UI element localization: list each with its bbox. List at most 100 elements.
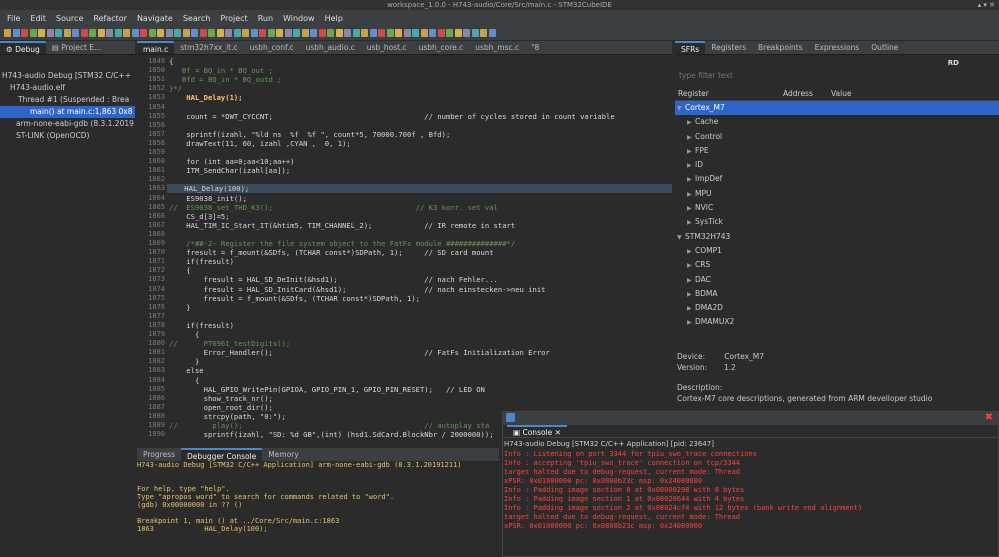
toolbar-icon[interactable]	[403, 29, 411, 37]
code-editor[interactable]: 1849 {1850 Bf = BQ_in * BQ_out ; 1851 Bfd …	[137, 55, 672, 445]
right-tab[interactable]: Expressions	[809, 41, 866, 54]
toolbar-icon[interactable]	[480, 29, 487, 37]
sfr-rd-button[interactable]: RD	[948, 59, 959, 67]
menu-window[interactable]: Window	[278, 14, 320, 23]
toolbar-icon[interactable]	[63, 29, 71, 37]
sfr-tree-item[interactable]: ▶ ImpDef	[675, 172, 999, 186]
menu-project[interactable]: Project	[215, 14, 252, 23]
menu-source[interactable]: Source	[51, 14, 88, 23]
expand-icon[interactable]: ▶	[687, 288, 695, 302]
toolbar-icon[interactable]	[157, 29, 164, 37]
toolbar-icon[interactable]	[361, 29, 368, 37]
expand-icon[interactable]: ▶	[687, 245, 695, 259]
editor-tab[interactable]: stm32h7xx_it.c	[174, 41, 243, 54]
debugger-console-output[interactable]: H743-audio Debug [STM32 C/C++ Applicatio…	[137, 461, 497, 557]
toolbar-icon[interactable]	[250, 29, 258, 37]
expand-icon[interactable]: ▶	[687, 216, 695, 230]
sfr-tree-item[interactable]: ▶ BDMA	[675, 287, 999, 301]
sfr-tree-item[interactable]: ▶ NVIC	[675, 201, 999, 215]
toolbar-icon[interactable]	[437, 29, 445, 37]
expand-icon[interactable]: ▶	[687, 202, 695, 216]
toolbar-icon[interactable]	[327, 29, 334, 37]
toolbar-icon[interactable]	[395, 29, 402, 37]
menu-navigate[interactable]: Navigate	[132, 14, 178, 23]
toolbar-icon[interactable]	[454, 29, 462, 37]
sfr-tree-item[interactable]: ▼ Cortex_M7	[675, 101, 999, 116]
toolbar-icon[interactable]	[225, 29, 232, 37]
debug-tree-item[interactable]: Thread #1 (Suspended : Brea	[0, 94, 135, 106]
toolbar-icon[interactable]	[335, 29, 343, 37]
expand-icon[interactable]: ▶	[687, 188, 695, 202]
sfr-tree-item[interactable]: ▶ CRS	[675, 258, 999, 272]
toolbar-icon[interactable]	[29, 29, 37, 37]
sfr-tree-item[interactable]: ▶ DMA2D	[675, 301, 999, 315]
editor-tab[interactable]: main.c	[137, 41, 175, 54]
toolbar-icon[interactable]	[293, 29, 300, 37]
right-tab[interactable]: Registers	[705, 41, 752, 54]
sfr-tree-item[interactable]: ▶ SysTick	[675, 215, 999, 229]
menu-file[interactable]: File	[2, 14, 25, 23]
toolbar-icon[interactable]	[46, 29, 54, 37]
debug-tree-item[interactable]: ST-LINK (OpenOCD)	[0, 130, 135, 142]
toolbar-icon[interactable]	[276, 29, 283, 37]
sfr-tree-item[interactable]: ▶ MPU	[675, 187, 999, 201]
col-value[interactable]: Value	[831, 89, 852, 100]
bottom-tab[interactable]: Progress	[137, 448, 181, 461]
toolbar-icon[interactable]	[12, 29, 20, 37]
toolbar-icon[interactable]	[208, 29, 215, 37]
toolbar-icon[interactable]	[174, 29, 181, 37]
editor-tab[interactable]: usbh_core.c	[413, 41, 470, 54]
toolbar-icon[interactable]	[378, 29, 385, 37]
menu-edit[interactable]: Edit	[25, 14, 51, 23]
toolbar-icon[interactable]	[446, 29, 453, 37]
bottom-tab[interactable]: Memory	[262, 448, 305, 461]
menu-search[interactable]: Search	[178, 14, 215, 23]
toolbar-icon[interactable]	[148, 29, 156, 37]
expand-icon[interactable]: ▶	[687, 116, 695, 130]
toolbar-icon[interactable]	[38, 29, 45, 37]
toolbar-icon[interactable]	[369, 29, 377, 37]
toolbar-icon[interactable]	[4, 29, 11, 37]
sfr-tree-item[interactable]: ▶ Cache	[675, 115, 999, 129]
menu-help[interactable]: Help	[320, 14, 348, 23]
editor-tab[interactable]: "8	[525, 41, 545, 54]
toolbar-icon[interactable]	[267, 29, 275, 37]
toolbar-icon[interactable]	[259, 29, 266, 37]
toolbar-icon[interactable]	[199, 29, 207, 37]
expand-icon[interactable]: ▶	[687, 316, 695, 330]
sfr-tree-item[interactable]: ▶ Control	[675, 130, 999, 144]
debug-tree-item[interactable]: H743-audio.elf	[0, 82, 135, 94]
toolbar-icon[interactable]	[420, 29, 428, 37]
expand-icon[interactable]: ▶	[687, 145, 695, 159]
expand-icon[interactable]: ▼	[677, 102, 685, 116]
menu-run[interactable]: Run	[253, 14, 278, 23]
toolbar-icon[interactable]	[114, 29, 122, 37]
toolbar-icon[interactable]	[318, 29, 326, 37]
expand-icon[interactable]: ▶	[687, 302, 695, 316]
toolbar-icon[interactable]	[106, 29, 113, 37]
toolbar-icon[interactable]	[471, 29, 479, 37]
editor-tab[interactable]: usbh_msc.c	[469, 41, 525, 54]
sfr-tree-item[interactable]: ▶ DMAMUX2	[675, 315, 999, 329]
window-controls[interactable]: ▴ ▾ ✕	[978, 0, 995, 10]
expand-icon[interactable]: ▶	[687, 173, 695, 187]
tab-project-explorer[interactable]: ▤ Project E...	[46, 41, 107, 54]
editor-tab[interactable]: usbh_conf.c	[244, 41, 300, 54]
toolbar-icon[interactable]	[344, 29, 351, 37]
toolbar-icon[interactable]	[216, 29, 224, 37]
editor-tab[interactable]: usbh_audio.c	[300, 41, 361, 54]
toolbar-icon[interactable]	[131, 29, 139, 37]
toolbar-icon[interactable]	[412, 29, 419, 37]
toolbar-icon[interactable]	[191, 29, 198, 37]
toolbar-icon[interactable]	[72, 29, 79, 37]
debug-tree-item[interactable]: H743-audio Debug [STM32 C/C++	[0, 70, 135, 82]
toolbar-icon[interactable]	[123, 29, 130, 37]
close-icon[interactable]: ✖	[985, 412, 993, 423]
toolbar-icon[interactable]	[429, 29, 436, 37]
toolbar-icon[interactable]	[352, 29, 360, 37]
expand-icon[interactable]: ▼	[677, 231, 685, 245]
toolbar-icon[interactable]	[21, 29, 28, 37]
tab-console[interactable]: ▣ Console ✕	[507, 425, 567, 437]
expand-icon[interactable]: ▶	[687, 131, 695, 145]
toolbar-icon[interactable]	[284, 29, 292, 37]
